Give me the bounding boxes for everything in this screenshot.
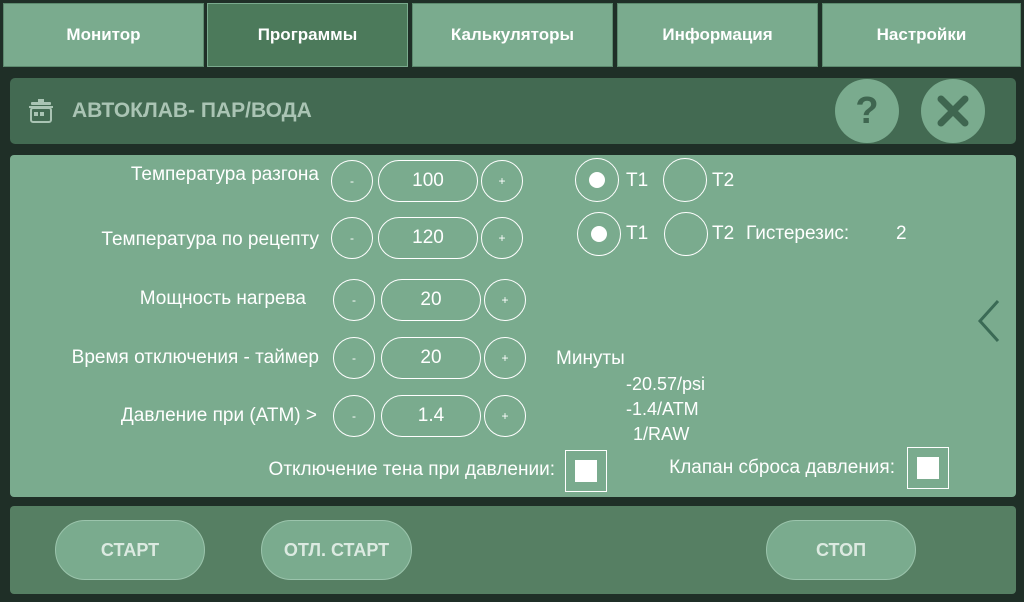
checkbox-check-mark xyxy=(575,460,597,482)
tab-monitor[interactable]: Монитор xyxy=(3,3,204,67)
relief-valve-label: Клапан сброса давления: xyxy=(669,457,895,478)
ramp-temperature-value[interactable]: 100 xyxy=(378,160,478,202)
recipe-sensor-t1-label: T1 xyxy=(626,223,649,244)
radio-selected-dot xyxy=(591,226,607,242)
tab-settings[interactable]: Настройки xyxy=(822,3,1021,67)
chevron-left-icon[interactable] xyxy=(976,298,1002,344)
shutdown-timer-plus-button[interactable]: + xyxy=(484,337,526,379)
autoclave-pot-icon xyxy=(29,99,53,123)
help-icon: ? xyxy=(855,90,879,132)
ramp-sensor-t1-label: T1 xyxy=(626,170,649,191)
shutdown-timer-minus-button[interactable]: - xyxy=(333,337,375,379)
start-button[interactable]: СТАРТ xyxy=(55,520,205,580)
radio-selected-dot xyxy=(589,172,605,188)
timer-unit-label: Минуты xyxy=(556,348,625,369)
heater-off-checkbox[interactable] xyxy=(565,450,607,492)
heating-power-value[interactable]: 20 xyxy=(381,279,481,321)
help-button[interactable]: ? xyxy=(835,79,899,143)
relief-valve-checkbox[interactable] xyxy=(907,447,949,489)
program-title: АВТОКЛАВ- ПАР/ВОДА xyxy=(72,99,312,122)
heater-off-label: Отключение тена при давлении: xyxy=(268,459,555,480)
parameters-panel xyxy=(10,155,1016,497)
recipe-sensor-t2-label: T2 xyxy=(712,223,735,244)
recipe-sensor-t1-radio[interactable] xyxy=(577,212,621,256)
pressure-threshold-minus-button[interactable]: - xyxy=(333,395,375,437)
delayed-start-button[interactable]: ОТЛ. СТАРТ xyxy=(261,520,412,580)
param-label-recipe-temperature: Температура по рецепту xyxy=(101,229,319,250)
close-button[interactable] xyxy=(921,79,985,143)
tab-information[interactable]: Информация xyxy=(617,3,818,67)
shutdown-timer-value[interactable]: 20 xyxy=(381,337,481,379)
param-label-ramp-temperature: Температура разгона xyxy=(130,164,319,185)
heating-power-plus-button[interactable]: + xyxy=(484,279,526,321)
recipe-temperature-plus-button[interactable]: + xyxy=(481,217,523,259)
pressure-info-psi: -20.57/psi xyxy=(626,374,706,394)
pressure-threshold-plus-button[interactable]: + xyxy=(484,395,526,437)
pressure-threshold-value[interactable]: 1.4 xyxy=(381,395,481,437)
ramp-temperature-plus-button[interactable]: + xyxy=(481,160,523,202)
stop-button[interactable]: СТОП xyxy=(766,520,916,580)
param-label-shutdown-timer: Время отключения - таймер xyxy=(71,347,319,368)
pressure-info-raw: 1/RAW xyxy=(633,424,690,444)
param-label-heating-power: Мощность нагрева xyxy=(139,288,306,309)
param-label-pressure-threshold: Давление при (АТМ) > xyxy=(120,405,317,426)
ramp-temperature-minus-button[interactable]: - xyxy=(331,160,373,202)
recipe-temperature-value[interactable]: 120 xyxy=(378,217,478,259)
checkbox-check-mark xyxy=(917,457,939,479)
pressure-info-atm: -1.4/ATM xyxy=(626,399,699,419)
tab-calculators[interactable]: Калькуляторы xyxy=(412,3,613,67)
tab-programs[interactable]: Программы xyxy=(207,3,408,67)
recipe-sensor-t2-radio[interactable] xyxy=(664,212,708,256)
hysteresis-value: 2 xyxy=(896,223,907,244)
heating-power-minus-button[interactable]: - xyxy=(333,279,375,321)
close-icon xyxy=(937,95,969,127)
tab-bar: Монитор Программы Калькуляторы Информаци… xyxy=(0,0,1024,70)
recipe-temperature-minus-button[interactable]: - xyxy=(331,217,373,259)
hysteresis-label: Гистерезис: xyxy=(746,223,850,244)
ramp-sensor-t2-label: T2 xyxy=(712,170,735,191)
ramp-sensor-t2-radio[interactable] xyxy=(663,158,707,202)
ramp-sensor-t1-radio[interactable] xyxy=(575,158,619,202)
